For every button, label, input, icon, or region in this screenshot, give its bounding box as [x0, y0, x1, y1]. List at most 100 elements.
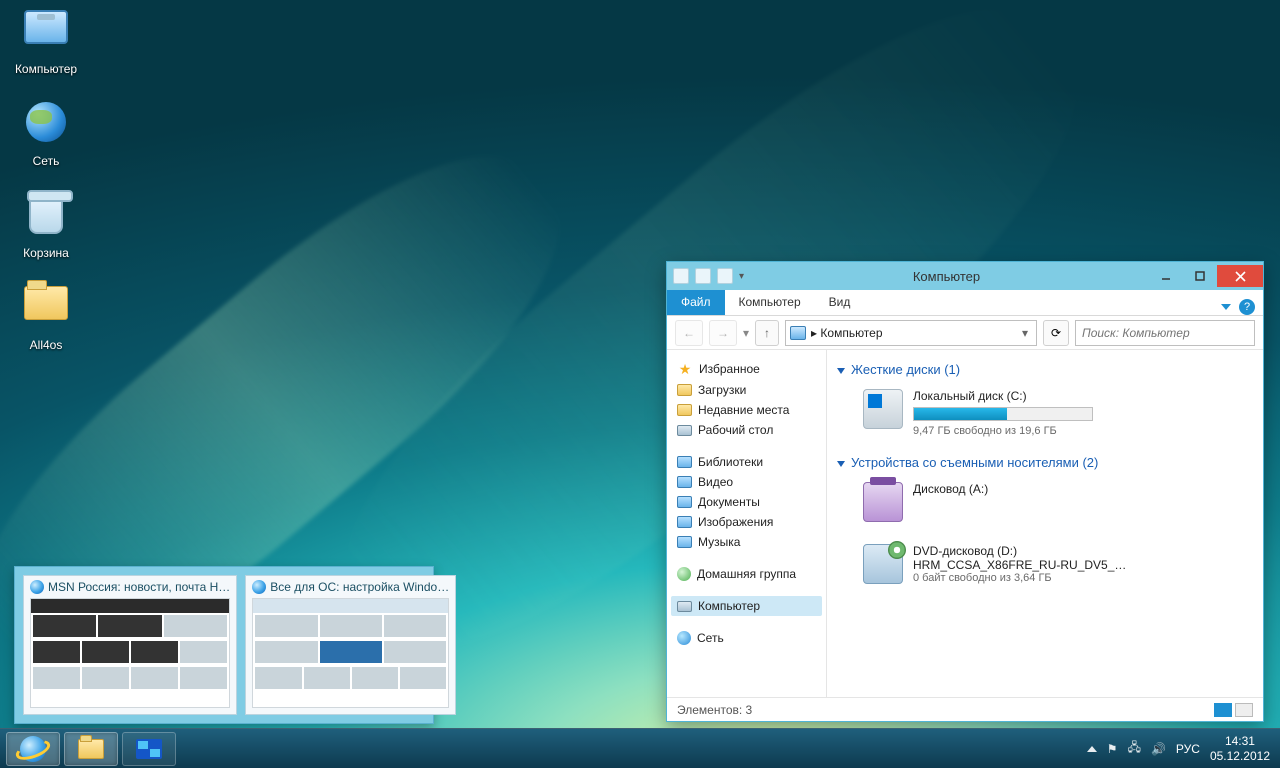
video-icon	[677, 476, 692, 488]
group-header-label: Устройства со съемными носителями (2)	[851, 455, 1098, 470]
desktop-icon-label: Компьютер	[6, 62, 86, 76]
sidebar-label: Музыка	[698, 535, 740, 549]
desktop-icon-label: All4os	[6, 338, 86, 352]
window-titlebar[interactable]: ▾ Компьютер	[667, 262, 1263, 290]
ribbon-tab-file[interactable]: Файл	[667, 290, 725, 315]
sidebar-computer[interactable]: Компьютер	[671, 596, 822, 616]
system-tray: ⚑ 🖧 🔊 РУС 14:31 05.12.2012	[1087, 734, 1274, 763]
language-indicator[interactable]: РУС	[1176, 742, 1200, 756]
address-dropdown-icon[interactable]: ▾	[1018, 326, 1032, 340]
folder-icon	[677, 384, 692, 396]
sidebar-network[interactable]: Сеть	[671, 628, 822, 648]
desktop-icon-recycle-bin[interactable]: Корзина	[6, 194, 86, 276]
help-icon[interactable]: ?	[1239, 299, 1255, 315]
hard-drive-icon	[863, 389, 903, 429]
sidebar-item-pictures[interactable]: Изображения	[671, 512, 822, 532]
clock-date: 05.12.2012	[1210, 749, 1270, 763]
network-tray-icon[interactable]: 🖧	[1128, 738, 1141, 759]
computer-icon	[677, 601, 692, 612]
taskbar-clock[interactable]: 14:31 05.12.2012	[1210, 734, 1274, 763]
nav-forward-button[interactable]: →	[709, 320, 737, 346]
sidebar-label: Загрузки	[698, 383, 746, 397]
view-details-button[interactable]	[1214, 703, 1232, 717]
explorer-window: ▾ Компьютер Файл Компьютер Вид ? ← → ▾ ↑…	[666, 261, 1264, 722]
drive-item-c[interactable]: Локальный диск (C:) 9,47 ГБ свободно из …	[837, 381, 1253, 451]
taskbar-button-ie[interactable]	[6, 732, 60, 766]
sidebar-label: Библиотеки	[698, 455, 763, 469]
qat-button[interactable]	[673, 268, 689, 284]
libraries-icon	[677, 456, 692, 468]
address-separator: ▸	[811, 326, 817, 340]
group-header-removable[interactable]: Устройства со съемными носителями (2)	[837, 451, 1253, 474]
drive-item-a[interactable]: Дисковод (A:)	[837, 474, 1253, 536]
sidebar-item-music[interactable]: Музыка	[671, 532, 822, 552]
address-segment[interactable]: Компьютер	[820, 326, 882, 340]
search-input[interactable]	[1075, 320, 1255, 346]
chevron-down-icon	[837, 461, 845, 467]
volume-icon[interactable]: 🔊	[1151, 742, 1166, 756]
nav-history-dropdown-icon[interactable]: ▾	[743, 326, 749, 340]
sidebar-favorites-head[interactable]: ★Избранное	[671, 358, 822, 380]
taskbar: ⚑ 🖧 🔊 РУС 14:31 05.12.2012	[0, 728, 1280, 768]
sidebar-label: Недавние места	[698, 403, 789, 417]
thumbnail-preview	[252, 598, 449, 708]
nav-up-button[interactable]: ↑	[755, 320, 779, 346]
maximize-button[interactable]	[1183, 265, 1217, 287]
view-tiles-button[interactable]	[1235, 703, 1253, 717]
ribbon-collapse-icon[interactable]	[1221, 304, 1231, 310]
display-settings-icon	[136, 739, 162, 759]
drive-name: Дисковод (A:)	[913, 482, 1249, 496]
qat-button[interactable]	[717, 268, 733, 284]
network-icon	[677, 631, 691, 645]
sidebar-item-recent[interactable]: Недавние места	[671, 400, 822, 420]
clock-time: 14:31	[1210, 734, 1270, 748]
sidebar-item-downloads[interactable]: Загрузки	[671, 380, 822, 400]
minimize-button[interactable]	[1149, 265, 1183, 287]
drive-item-d[interactable]: DVD-дисковод (D:) HRM_CCSA_X86FRE_RU-RU_…	[837, 536, 1253, 598]
star-icon: ★	[677, 361, 693, 377]
navigation-pane: ★Избранное Загрузки Недавние места Рабоч…	[667, 350, 827, 697]
sidebar-item-documents[interactable]: Документы	[671, 492, 822, 512]
taskbar-button-display[interactable]	[122, 732, 176, 766]
folder-icon	[24, 286, 68, 320]
group-header-hdd[interactable]: Жесткие диски (1)	[837, 358, 1253, 381]
desktop-icon-network[interactable]: Сеть	[6, 102, 86, 184]
drive-free-text: 0 байт свободно из 3,64 ГБ	[913, 572, 1249, 584]
desktop-icon-folder-all4os[interactable]: All4os	[6, 286, 86, 368]
sidebar-item-desktop[interactable]: Рабочий стол	[671, 420, 822, 440]
address-bar[interactable]: ▸ Компьютер ▾	[785, 320, 1037, 346]
sidebar-libraries-head[interactable]: Библиотеки	[671, 452, 822, 472]
sidebar-label: Компьютер	[698, 599, 760, 613]
address-bar-row: ← → ▾ ↑ ▸ Компьютер ▾ ⟳	[667, 316, 1263, 350]
ribbon-tab-computer[interactable]: Компьютер	[725, 290, 815, 315]
taskbar-thumbnail[interactable]: Все для ОС: настройка Windo…	[245, 575, 456, 715]
action-center-icon[interactable]: ⚑	[1107, 742, 1118, 756]
qat-button[interactable]	[695, 268, 711, 284]
sidebar-label: Сеть	[697, 631, 724, 645]
close-button[interactable]	[1217, 265, 1263, 287]
thumbnail-title: MSN Россия: новости, почта H…	[48, 580, 230, 594]
drive-free-text: 9,47 ГБ свободно из 19,6 ГБ	[913, 425, 1249, 437]
taskbar-thumbnail[interactable]: MSN Россия: новости, почта H…	[23, 575, 237, 715]
content-pane: Жесткие диски (1) Локальный диск (C:) 9,…	[827, 350, 1263, 697]
desktop-icon-label: Корзина	[6, 246, 86, 260]
sidebar-item-video[interactable]: Видео	[671, 472, 822, 492]
desktop-icon	[677, 425, 692, 436]
desktop-icon-computer[interactable]: Компьютер	[6, 10, 86, 92]
floppy-drive-icon	[863, 482, 903, 522]
desktop-icons: Компьютер Сеть Корзина All4os	[6, 6, 86, 378]
desktop-icon-label: Сеть	[6, 154, 86, 168]
sidebar-homegroup[interactable]: Домашняя группа	[671, 564, 822, 584]
documents-icon	[677, 496, 692, 508]
taskbar-button-explorer[interactable]	[64, 732, 118, 766]
status-bar: Элементов: 3	[667, 697, 1263, 721]
chevron-down-icon	[837, 368, 845, 374]
refresh-button[interactable]: ⟳	[1043, 320, 1069, 346]
ribbon-tab-view[interactable]: Вид	[815, 290, 865, 315]
sidebar-label: Видео	[698, 475, 733, 489]
homegroup-icon	[677, 567, 691, 581]
tray-show-hidden-icon[interactable]	[1087, 746, 1097, 752]
dvd-drive-icon	[863, 544, 903, 584]
sidebar-label: Домашняя группа	[697, 567, 796, 581]
nav-back-button[interactable]: ←	[675, 320, 703, 346]
